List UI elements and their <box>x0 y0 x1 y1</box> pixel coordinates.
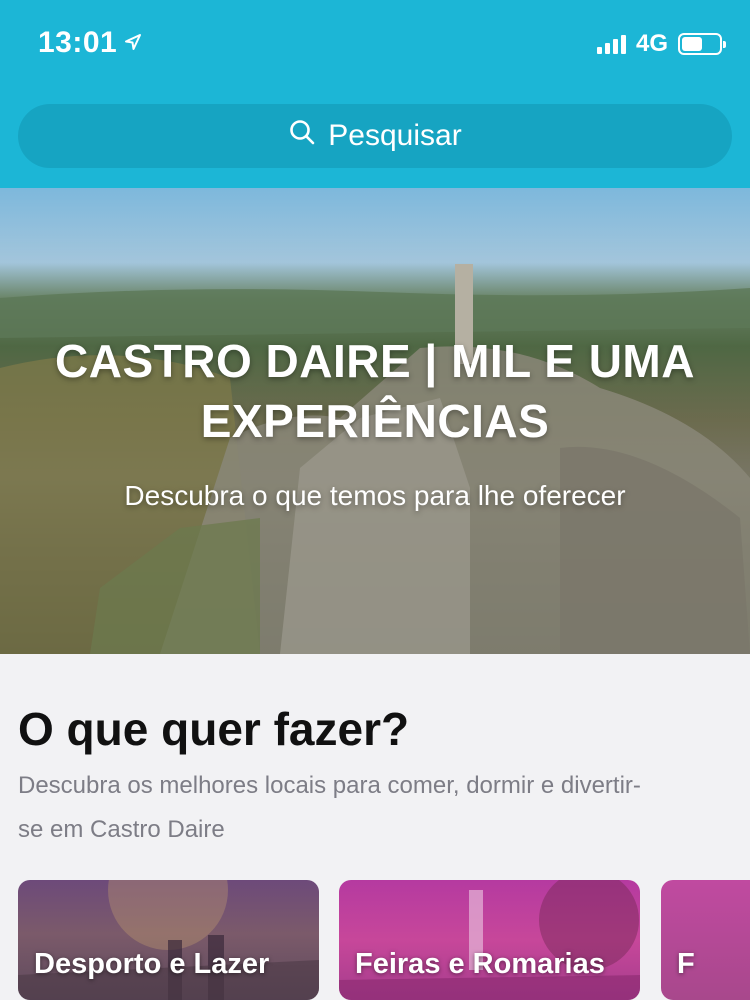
section-title: O que quer fazer? <box>18 703 410 755</box>
status-indicators: 4G <box>596 30 726 58</box>
hero-subtitle: Descubra o que temos para lhe oferecer <box>124 480 626 511</box>
app-header: 13:01 4G Pesquisar <box>0 0 750 188</box>
category-card-desporto[interactable]: Desporto e Lazer <box>18 880 319 1000</box>
location-arrow-icon <box>123 26 143 60</box>
category-image <box>339 880 640 1000</box>
hero-title: CASTRO DAIRE | MIL E UMA EXPERIÊNCIAS <box>55 335 695 447</box>
category-card-partial[interactable]: F <box>661 880 750 1000</box>
hero-banner[interactable]: CASTRO DAIRE | MIL E UMA EXPERIÊNCIAS De… <box>0 188 750 654</box>
category-label: Feiras e Romarias <box>355 948 605 980</box>
search-icon <box>288 118 316 154</box>
clock-label: 13:01 <box>38 26 118 59</box>
status-time: 13:01 <box>38 26 143 60</box>
category-label: F <box>677 948 695 980</box>
search-input[interactable]: Pesquisar <box>18 104 732 168</box>
network-label: 4G <box>635 30 668 57</box>
battery-fill <box>682 37 702 51</box>
signal-icon <box>596 34 626 54</box>
category-card-feiras[interactable]: Feiras e Romarias <box>339 880 640 1000</box>
battery-icon <box>678 33 726 55</box>
search-placeholder: Pesquisar <box>328 119 462 152</box>
section-description: Descubra os melhores locais para comer, … <box>18 772 641 843</box>
status-bar: 13:01 4G <box>0 0 750 88</box>
category-label: Desporto e Lazer <box>34 948 270 980</box>
category-image <box>18 880 319 1000</box>
